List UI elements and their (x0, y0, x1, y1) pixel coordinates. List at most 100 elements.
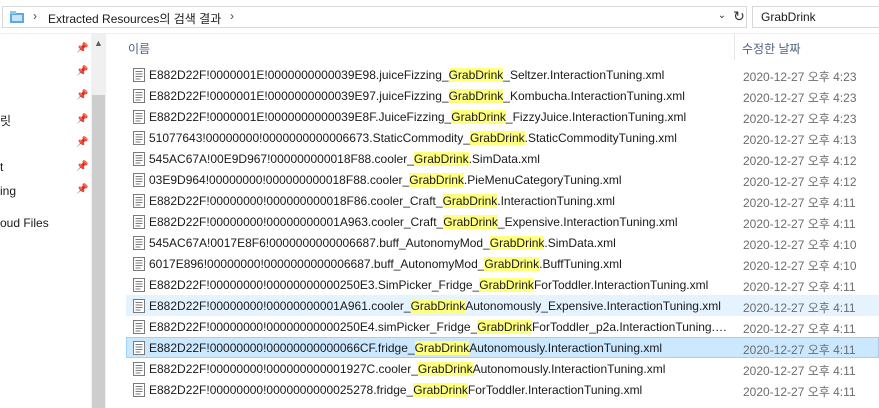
chevron-down-icon[interactable]: ⌄ (715, 10, 729, 24)
nav-item[interactable]: t (0, 160, 3, 174)
file-row[interactable]: E882D22F!00000000!00000000001A963.cooler… (126, 211, 879, 232)
column-divider[interactable] (734, 34, 735, 60)
file-name: 545AC67A!0017E8F6!0000000000006687.buff_… (149, 236, 616, 250)
file-name: E882D22F!00000000!0000000000025278.fridg… (149, 383, 643, 397)
file-date: 2020-12-27 오후 4:11 (743, 217, 856, 231)
xml-file-icon (133, 320, 145, 334)
column-date-header[interactable]: 수정한 날짜 (742, 40, 801, 57)
nav-scrollbar[interactable]: ▲ (91, 34, 106, 408)
search-highlight: GrabDrink (443, 215, 498, 229)
search-highlight: GrabDrink (448, 89, 504, 103)
nav-item[interactable]: ing (0, 184, 16, 198)
file-date: 2020-12-27 오후 4:10 (743, 238, 857, 252)
file-row[interactable]: E882D22F!0000001E!0000000000039E98.juice… (126, 64, 879, 85)
search-input[interactable] (761, 10, 876, 24)
scrollbar-thumb[interactable] (92, 95, 105, 408)
folder-icon (10, 11, 24, 23)
file-row[interactable]: 51077643!00000000!0000000000006673.Stati… (126, 127, 879, 148)
file-row[interactable]: 03E9D964!00000000!000000000018F88.cooler… (126, 169, 879, 190)
breadcrumb-current[interactable]: Extracted Resources의 검색 결과 (48, 10, 221, 27)
file-row[interactable]: E882D22F!00000000!000000000001927C.coole… (126, 358, 879, 379)
xml-file-icon (133, 173, 145, 187)
navigation-pane: 📌 📌 📌 릿 📌 📌 t 📌 ing 📌 oud Files (0, 34, 91, 408)
file-row[interactable]: E882D22F!00000000!00000000000066CF.fridg… (126, 337, 879, 358)
file-name: E882D22F!00000000!00000000000250E4.simPi… (149, 320, 731, 334)
file-date: 2020-12-27 오후 4:11 (743, 385, 856, 399)
search-highlight: GrabDrink (409, 173, 464, 187)
file-name: E882D22F!00000000!000000000018F86.cooler… (149, 194, 615, 208)
xml-file-icon (133, 194, 145, 208)
scroll-up-icon[interactable]: ▲ (91, 38, 106, 50)
search-highlight: GrabDrink (413, 383, 468, 397)
file-date: 2020-12-27 오후 4:11 (743, 364, 856, 378)
search-highlight: GrabDrink (479, 278, 534, 292)
search-highlight: GrabDrink (469, 131, 525, 145)
search-highlight: GrabDrink (417, 362, 473, 376)
file-date: 2020-12-27 오후 4:11 (743, 322, 856, 336)
xml-file-icon (133, 299, 145, 313)
xml-file-icon (133, 236, 145, 250)
file-date: 2020-12-27 오후 4:12 (743, 175, 857, 189)
file-row[interactable]: E882D22F!00000000!00000000000250E3.SimPi… (126, 274, 879, 295)
file-name: E882D22F!00000000!00000000001A963.cooler… (149, 215, 678, 229)
pin-icon[interactable]: 📌 (76, 90, 88, 102)
xml-file-icon (133, 362, 145, 376)
file-row[interactable]: 6017E896!00000000!0000000000006687.buff_… (126, 253, 879, 274)
search-highlight: GrabDrink (451, 110, 506, 124)
file-name: E882D22F!00000000!000000000001927C.coole… (149, 362, 666, 376)
pin-icon[interactable]: 📌 (76, 184, 88, 196)
file-date: 2020-12-27 오후 4:23 (743, 91, 857, 105)
xml-file-icon (133, 152, 145, 166)
xml-file-icon (133, 110, 145, 124)
search-box[interactable] (752, 6, 879, 28)
file-name: E882D22F!00000000!00000000001A961.cooler… (149, 299, 721, 313)
column-name-header[interactable]: 이름 (128, 40, 150, 57)
xml-file-icon (133, 89, 145, 103)
search-highlight: GrabDrink (410, 299, 466, 313)
file-date: 2020-12-27 오후 4:10 (743, 259, 857, 273)
xml-file-icon (133, 68, 145, 82)
file-row[interactable]: 545AC67A!00E9D967!000000000018F88.cooler… (126, 148, 879, 169)
file-date: 2020-12-27 오후 4:11 (743, 343, 856, 357)
search-highlight: GrabDrink (413, 152, 469, 166)
file-name: 6017E896!00000000!0000000000006687.buff_… (149, 257, 622, 271)
file-date: 2020-12-27 오후 4:23 (743, 70, 857, 84)
file-row[interactable]: E882D22F!00000000!000000000018F86.cooler… (126, 190, 879, 211)
file-row[interactable]: E882D22F!0000001E!0000000000039E97.juice… (126, 85, 879, 106)
file-name: E882D22F!00000000!00000000000066CF.fridg… (149, 341, 663, 355)
file-date: 2020-12-27 오후 4:12 (743, 154, 857, 168)
search-highlight: GrabDrink (477, 320, 532, 334)
file-name: E882D22F!0000001E!0000000000039E97.juice… (149, 89, 685, 103)
pin-icon[interactable]: 📌 (76, 43, 88, 55)
file-date: 2020-12-27 오후 4:11 (743, 301, 856, 315)
file-name: E882D22F!00000000!00000000000250E3.SimPi… (149, 278, 709, 292)
breadcrumb-separator[interactable]: › (33, 9, 37, 23)
search-highlight: GrabDrink (442, 194, 498, 208)
xml-file-icon (133, 215, 145, 229)
file-row[interactable]: E882D22F!00000000!00000000001A961.cooler… (126, 295, 879, 316)
pin-icon[interactable]: 📌 (76, 137, 88, 149)
pin-icon[interactable]: 📌 (76, 66, 88, 78)
search-highlight: GrabDrink (414, 341, 470, 355)
xml-file-icon (133, 341, 145, 355)
address-bar[interactable]: › Extracted Resources의 검색 결과 › ⌄ ↻ (2, 6, 747, 28)
refresh-icon[interactable]: ↻ (731, 8, 747, 26)
file-row[interactable]: E882D22F!00000000!00000000000250E4.simPi… (126, 316, 879, 337)
nav-item[interactable]: 릿 (0, 112, 11, 129)
file-row[interactable]: 545AC67A!0017E8F6!0000000000006687.buff_… (126, 232, 879, 253)
pin-icon[interactable]: 📌 (76, 114, 88, 126)
breadcrumb-separator[interactable]: › (230, 9, 234, 23)
search-highlight: GrabDrink (484, 257, 540, 271)
file-date: 2020-12-27 오후 4:23 (743, 112, 857, 126)
column-header: 이름 수정한 날짜 (106, 34, 879, 60)
address-bar-region: › Extracted Resources의 검색 결과 › ⌄ ↻ (0, 0, 879, 34)
pin-icon[interactable]: 📌 (76, 161, 88, 173)
file-row[interactable]: E882D22F!00000000!0000000000025278.fridg… (126, 379, 879, 400)
file-name: 545AC67A!00E9D967!000000000018F88.cooler… (149, 152, 540, 166)
search-highlight: GrabDrink (489, 236, 545, 250)
nav-item[interactable]: oud Files (0, 216, 49, 230)
file-row[interactable]: E882D22F!0000001E!0000000000039E8F.Juice… (126, 106, 879, 127)
file-name: 51077643!00000000!0000000000006673.Stati… (149, 131, 677, 145)
file-date: 2020-12-27 오후 4:11 (743, 280, 856, 294)
xml-file-icon (133, 131, 145, 145)
